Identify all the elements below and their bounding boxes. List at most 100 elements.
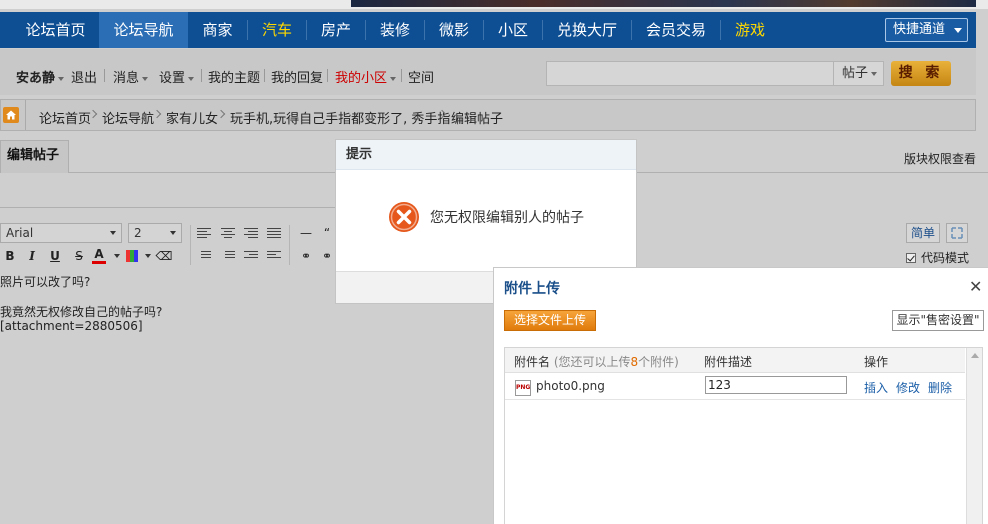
- board-permission-link[interactable]: 版块权限查看: [904, 150, 976, 167]
- choose-file-button[interactable]: 选择文件上传: [504, 310, 596, 331]
- align-center-icon[interactable]: [221, 228, 235, 239]
- attachment-table: 附件名 (您还可以上传8个附件) 附件描述 操作 PNG photo0.png …: [504, 347, 983, 524]
- ordered-list-icon[interactable]: [197, 251, 211, 262]
- nav-item-forum-home[interactable]: 论坛首页: [12, 12, 99, 48]
- username-menu[interactable]: 安あ静: [16, 67, 65, 86]
- attachment-file-name: photo0.png: [536, 379, 605, 393]
- messages-menu[interactable]: 消息: [113, 67, 149, 86]
- simple-mode-button[interactable]: 简单: [906, 223, 940, 243]
- my-community-menu[interactable]: 我的小区: [335, 67, 397, 86]
- nav-item-forum-nav[interactable]: 论坛导航: [99, 12, 188, 48]
- alert-title: 提示: [336, 140, 636, 170]
- search-button[interactable]: 搜 索: [891, 61, 951, 86]
- logout-link[interactable]: 退出: [71, 67, 97, 86]
- breadcrumb-item-current: 编辑帖子: [451, 112, 504, 127]
- insert-attachment-link[interactable]: 插入: [864, 379, 888, 396]
- divider: [25, 100, 26, 130]
- editor-content-line[interactable]: 我竟然无权修改自己的帖子吗?: [0, 303, 162, 320]
- search-scope-select[interactable]: 帖子: [834, 61, 884, 86]
- eraser-icon[interactable]: ⌫: [155, 247, 173, 265]
- alert-message: 您无权限编辑别人的帖子: [430, 210, 584, 226]
- note-prefix: (您还可以上传: [553, 355, 631, 369]
- tab-edit-post[interactable]: 编辑帖子: [0, 140, 69, 173]
- quote-icon[interactable]: “: [318, 224, 336, 242]
- checkbox-checked-icon[interactable]: [906, 253, 916, 263]
- upload-panel-title: 附件上传: [504, 281, 560, 297]
- breadcrumb-item-thread[interactable]: 玩手机,玩得自己手指都变形了, 秀手指: [230, 108, 450, 127]
- my-replies-link[interactable]: 我的回复: [271, 67, 323, 86]
- breadcrumb-item-forum-nav[interactable]: 论坛导航: [102, 108, 154, 127]
- edit-attachment-link[interactable]: 修改: [896, 379, 920, 396]
- font-size-select[interactable]: 2: [128, 223, 182, 243]
- unlink-icon[interactable]: ⚭: [318, 247, 336, 265]
- background-color-icon[interactable]: [126, 250, 138, 262]
- nav-item-micro-film[interactable]: 微影: [425, 12, 483, 48]
- outdent-icon[interactable]: [267, 251, 281, 262]
- nav-item-realestate[interactable]: 房产: [307, 12, 365, 48]
- link-icon[interactable]: ⚭: [297, 247, 315, 265]
- divider: [401, 69, 402, 82]
- home-icon[interactable]: [3, 107, 19, 123]
- nav-item-decor[interactable]: 装修: [366, 12, 424, 48]
- code-mode-toggle[interactable]: 代码模式: [906, 249, 969, 266]
- chevron-right-icon: [216, 109, 226, 119]
- chevron-down-icon: [110, 231, 116, 235]
- divider: [264, 69, 265, 82]
- strikethrough-icon[interactable]: S: [70, 247, 88, 265]
- horizontal-rule-icon[interactable]: —: [297, 224, 315, 242]
- error-icon: [389, 202, 419, 232]
- font-size-value: 2: [134, 226, 142, 240]
- scrollbar[interactable]: [966, 348, 982, 524]
- align-left-icon[interactable]: [197, 228, 211, 239]
- remaining-note: (您还可以上传8个附件): [554, 355, 679, 369]
- nav-item-member-trade[interactable]: 会员交易: [632, 12, 720, 48]
- editor-content-line[interactable]: 照片可以改了吗?: [0, 273, 90, 290]
- user-bar: 安あ静 退出 消息 设置 我的主题 我的回复 我的小区 空间 帖子 搜 索: [0, 49, 976, 95]
- space-link[interactable]: 空间: [408, 67, 434, 86]
- delete-attachment-link[interactable]: 删除: [928, 379, 952, 396]
- align-justify-icon[interactable]: [267, 228, 281, 239]
- search-scope-label: 帖子: [842, 66, 869, 81]
- italic-icon[interactable]: I: [23, 247, 41, 265]
- messages-label: 消息: [113, 71, 140, 86]
- settings-menu[interactable]: 设置: [159, 67, 195, 86]
- col-name-label: 附件名: [514, 355, 551, 369]
- settings-label: 设置: [159, 71, 186, 86]
- underline-icon[interactable]: U: [46, 247, 64, 265]
- show-sale-settings-button[interactable]: 显示"售密设置": [892, 310, 984, 331]
- breadcrumb-item-forum-home[interactable]: 论坛首页: [39, 108, 91, 127]
- font-family-value: Arial: [6, 226, 34, 240]
- attachment-table-header: 附件名 (您还可以上传8个附件) 附件描述 操作: [505, 348, 965, 373]
- search-input[interactable]: [546, 61, 834, 86]
- fullscreen-button[interactable]: [946, 223, 968, 243]
- quick-access-label: 快捷通道: [893, 22, 946, 37]
- align-right-icon[interactable]: [244, 228, 258, 239]
- chevron-down-icon: [142, 76, 149, 81]
- code-mode-label: 代码模式: [921, 251, 970, 265]
- png-file-icon: PNG: [515, 380, 531, 396]
- nav-item-merchants[interactable]: 商家: [189, 12, 246, 48]
- text-color-icon[interactable]: A: [92, 247, 106, 264]
- nav-item-games[interactable]: 游戏: [721, 12, 779, 48]
- breadcrumb-item-board[interactable]: 家有儿女: [166, 108, 218, 127]
- editor-content-line[interactable]: [attachment=2880506]: [0, 319, 143, 333]
- subject-field-divider: [0, 207, 336, 208]
- table-row: PNG photo0.png 123 插入 修改 删除: [505, 373, 965, 400]
- bold-icon[interactable]: B: [1, 247, 19, 265]
- close-icon[interactable]: ✕: [969, 279, 982, 295]
- divider: [104, 69, 105, 82]
- toolbar-divider: [190, 225, 191, 265]
- my-topics-link[interactable]: 我的主题: [208, 67, 260, 86]
- quick-access-dropdown[interactable]: 快捷通道: [885, 18, 968, 42]
- indent-icon[interactable]: [244, 251, 258, 262]
- chevron-down-icon: [58, 76, 65, 81]
- unordered-list-icon[interactable]: [221, 251, 235, 262]
- nav-item-community[interactable]: 小区: [484, 12, 542, 48]
- breadcrumb: 论坛首页 论坛导航 家有儿女 玩手机,玩得自己手指都变形了, 秀手指 编辑帖子: [0, 99, 976, 131]
- nav-item-exchange[interactable]: 兑换大厅: [543, 12, 631, 48]
- font-family-select[interactable]: Arial: [0, 223, 122, 243]
- chevron-down-icon: [871, 72, 877, 76]
- chevron-up-icon[interactable]: [971, 353, 979, 358]
- nav-item-cars[interactable]: 汽车: [248, 12, 306, 48]
- attachment-description-input[interactable]: 123: [705, 376, 847, 394]
